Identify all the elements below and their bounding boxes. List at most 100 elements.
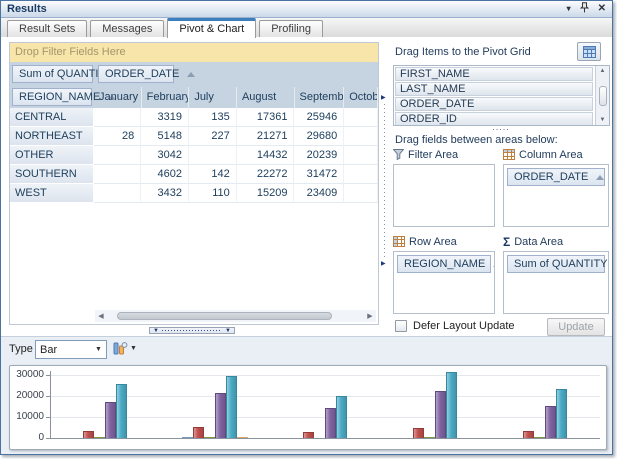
row-header-west[interactable]: WEST: [10, 184, 94, 203]
scroll-up-icon[interactable]: ▲: [600, 68, 606, 74]
bar-southern-july[interactable]: [424, 437, 435, 439]
pivot-cell[interactable]: 135: [189, 108, 237, 127]
pivot-cell[interactable]: [94, 108, 142, 127]
pivot-cell[interactable]: [94, 146, 142, 165]
bar-northeast-february[interactable]: [193, 427, 204, 438]
row-header-other[interactable]: OTHER: [10, 146, 94, 165]
tab-messages[interactable]: Messages: [90, 20, 164, 37]
area-field-region-name[interactable]: REGION_NAME: [397, 255, 491, 273]
bar-southern-august[interactable]: [435, 391, 446, 438]
tab-pivot-chart[interactable]: Pivot & Chart: [167, 18, 256, 38]
scrollbar-thumb[interactable]: [599, 86, 607, 106]
row-header-northeast[interactable]: NORTHEAST: [10, 127, 94, 146]
area-field-order-date[interactable]: ORDER_DATE: [507, 168, 605, 186]
pivot-cell[interactable]: [94, 184, 142, 203]
pivot-cell[interactable]: 23409: [294, 184, 344, 203]
defer-layout-checkbox[interactable]: [395, 320, 407, 332]
area-field-sum-of-quantity[interactable]: Sum of QUANTITY: [507, 255, 605, 273]
pivot-cell[interactable]: 21271: [237, 127, 295, 146]
column-header-july[interactable]: July: [189, 87, 237, 108]
pivot-cell[interactable]: 25946: [294, 108, 344, 127]
chevron-down-icon[interactable]: ▼: [130, 345, 137, 352]
pivot-cell[interactable]: 142: [189, 165, 237, 184]
pin-icon[interactable]: [580, 2, 589, 16]
pivot-cell[interactable]: [189, 146, 237, 165]
horizontal-splitter[interactable]: ▼ ▼: [149, 327, 235, 334]
pivot-cell[interactable]: 227: [189, 127, 237, 146]
bar-central-september[interactable]: [116, 384, 127, 438]
filter-area-box[interactable]: [393, 164, 495, 227]
field-list-resize-grip[interactable]: .....: [391, 126, 611, 132]
tab-profiling[interactable]: Profiling: [259, 20, 323, 37]
pivot-cell[interactable]: [344, 108, 378, 127]
bar-central-february[interactable]: [83, 431, 94, 438]
bar-other-september[interactable]: [336, 396, 347, 439]
data-field-button[interactable]: Sum of QUANTITY: [12, 65, 93, 83]
pivot-cell[interactable]: [344, 184, 378, 203]
pivot-cell[interactable]: 29680: [294, 127, 344, 146]
window-menu-icon[interactable]: ▾: [567, 5, 571, 13]
row-header-southern[interactable]: SOUTHERN: [10, 165, 94, 184]
bar-west-july[interactable]: [534, 437, 545, 439]
chevron-down-icon[interactable]: ▼: [91, 346, 106, 353]
row-field-button[interactable]: REGION_NAME: [12, 88, 92, 106]
scroll-down-icon[interactable]: ▼: [600, 117, 606, 123]
bar-northeast-july[interactable]: [204, 437, 215, 439]
bar-west-february[interactable]: [523, 431, 534, 438]
column-field-button[interactable]: ORDER_DATE: [98, 65, 174, 83]
horizontal-scrollbar[interactable]: ◀ ▶: [95, 310, 376, 322]
pivot-cell[interactable]: [344, 127, 378, 146]
pivot-cell[interactable]: 17361: [237, 108, 295, 127]
bar-other-august[interactable]: [325, 408, 336, 438]
bar-southern-february[interactable]: [413, 428, 424, 438]
scroll-right-icon[interactable]: ▶: [364, 312, 376, 320]
pivot-cell[interactable]: 14432: [237, 146, 295, 165]
update-button[interactable]: Update: [547, 318, 605, 336]
pivot-cell[interactable]: [344, 165, 378, 184]
pivot-cell[interactable]: [94, 165, 142, 184]
bar-west-september[interactable]: [556, 389, 567, 438]
pivot-cell[interactable]: 31472: [294, 165, 344, 184]
pivot-cell[interactable]: 5148: [141, 127, 189, 146]
field-item-last-name[interactable]: LAST_NAME: [395, 82, 593, 96]
pivot-cell[interactable]: 4602: [141, 165, 189, 184]
pivot-cell[interactable]: 20239: [294, 146, 344, 165]
field-item-order-date[interactable]: ORDER_DATE: [395, 97, 593, 111]
column-header-september[interactable]: September: [295, 87, 345, 108]
column-header-january[interactable]: January: [94, 87, 142, 108]
field-list-layout-button[interactable]: [577, 42, 601, 61]
bar-southern-september[interactable]: [446, 372, 457, 438]
bar-northeast-january[interactable]: [182, 437, 193, 439]
splitter-collapse-icon[interactable]: ▶: [381, 260, 386, 267]
scroll-left-icon[interactable]: ◀: [95, 312, 107, 320]
row-header-central[interactable]: CENTRAL: [10, 108, 94, 127]
bar-northeast-august[interactable]: [215, 393, 226, 438]
pivot-cell[interactable]: [344, 146, 378, 165]
pivot-cell[interactable]: 3042: [141, 146, 189, 165]
field-item-first-name[interactable]: FIRST_NAME: [395, 67, 593, 81]
bar-northeast-october[interactable]: [237, 437, 248, 439]
splitter-collapse-icon[interactable]: ▶: [381, 94, 386, 101]
bar-west-august[interactable]: [545, 406, 556, 438]
row-area-box[interactable]: REGION_NAME: [393, 251, 495, 314]
column-header-october[interactable]: October: [344, 87, 378, 108]
pivot-cell[interactable]: 110: [189, 184, 237, 203]
pivot-cell[interactable]: 15209: [237, 184, 295, 203]
splitter-collapse-icon[interactable]: ▼: [153, 328, 159, 334]
bar-central-august[interactable]: [105, 402, 116, 438]
tab-result-sets[interactable]: Result Sets: [7, 20, 87, 37]
field-list-scrollbar[interactable]: ▲ ▼: [595, 66, 609, 125]
chart-options-button[interactable]: ▼: [113, 341, 137, 356]
chart-type-combobox[interactable]: Bar ▼: [35, 340, 107, 359]
data-area-box[interactable]: Sum of QUANTITY: [503, 251, 609, 314]
scrollbar-thumb[interactable]: [117, 312, 332, 320]
column-header-august[interactable]: August: [237, 87, 295, 108]
pivot-cell[interactable]: 3432: [141, 184, 189, 203]
vertical-splitter[interactable]: ▶ ▶: [381, 42, 388, 325]
splitter-collapse-icon[interactable]: ▼: [225, 328, 231, 334]
column-area-box[interactable]: ORDER_DATE: [503, 164, 609, 227]
bar-central-july[interactable]: [94, 437, 105, 439]
pivot-cell[interactable]: 28: [94, 127, 142, 146]
bar-northeast-september[interactable]: [226, 376, 237, 438]
filter-drop-zone[interactable]: Drop Filter Fields Here: [10, 43, 378, 62]
